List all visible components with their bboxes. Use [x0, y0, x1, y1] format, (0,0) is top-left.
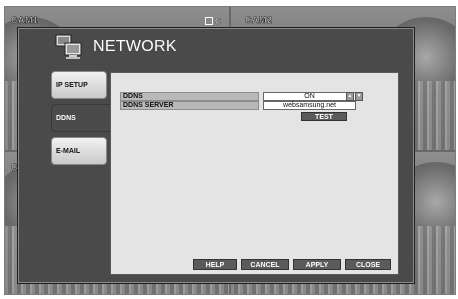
sidebar-item-ddns[interactable]: DDNS: [51, 104, 111, 132]
camera-label: CAM2: [245, 15, 273, 26]
decrement-arrow-icon[interactable]: ▼: [355, 92, 363, 101]
ddns-server-label: DDNS SERVER: [120, 101, 259, 110]
test-button[interactable]: TEST: [301, 112, 347, 121]
ddns-settings-panel: DDNS ON ▲ ▼ DDNS SERVER websamsung.net T…: [110, 72, 399, 275]
apply-button[interactable]: APPLY: [293, 259, 341, 270]
cancel-button[interactable]: CANCEL: [241, 259, 289, 270]
ddns-server-field[interactable]: websamsung.net: [263, 101, 356, 110]
camera-label: CAM1: [11, 15, 39, 26]
sidebar-item-label: DDNS: [56, 114, 76, 122]
sidebar-item-label: IP SETUP: [56, 81, 88, 89]
network-dialog: NETWORK IP SETUP DDNS E-MAIL DDNS ON ▲ ▼…: [17, 27, 415, 284]
sidebar-item-email[interactable]: E-MAIL: [51, 137, 107, 165]
dialog-title-bar: NETWORK: [18, 28, 414, 68]
sidebar-item-label: E-MAIL: [56, 147, 81, 155]
status-text: C: [215, 17, 221, 26]
status-indicator: C: [205, 17, 221, 26]
ddns-select[interactable]: ON: [263, 92, 356, 101]
help-button[interactable]: HELP: [193, 259, 237, 270]
network-monitors-icon: [55, 34, 82, 59]
dialog-action-bar: HELP CANCEL APPLY CLOSE: [193, 259, 391, 270]
increment-arrow-icon[interactable]: ▲: [346, 92, 354, 101]
ddns-label: DDNS: [120, 92, 259, 101]
record-status-icon: [205, 17, 213, 25]
dialog-title: NETWORK: [93, 38, 177, 55]
close-button[interactable]: CLOSE: [345, 259, 391, 270]
sidebar-item-ip-setup[interactable]: IP SETUP: [51, 71, 107, 99]
